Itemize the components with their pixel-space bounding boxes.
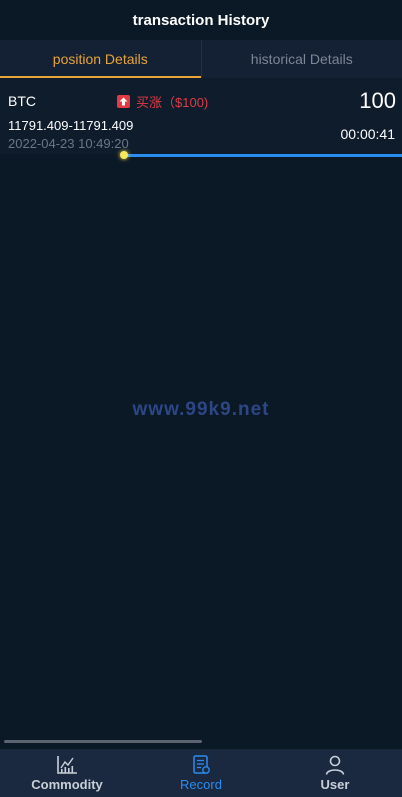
arrow-up-icon: [117, 95, 130, 108]
tab-label: position Details: [52, 51, 148, 67]
position-datetime: 2022-04-23 10:49:20: [8, 136, 129, 151]
record-icon: [193, 755, 210, 774]
tab-historical-details[interactable]: historical Details: [202, 40, 402, 78]
direction-label: 买涨（$100): [136, 95, 209, 110]
direction-badge: 买涨（$100): [117, 92, 208, 111]
nav-label-user: User: [320, 777, 350, 792]
user-icon: [325, 755, 345, 775]
tab-position-details[interactable]: position Details: [0, 40, 201, 78]
position-amount: 100: [359, 88, 396, 113]
countdown-timer: 00:00:41: [340, 126, 396, 142]
page-title: transaction History: [132, 11, 270, 29]
position-symbol: BTC: [8, 93, 36, 109]
price-range: 11791.409-11791.409: [8, 118, 134, 133]
progress-fill: [124, 154, 402, 157]
chart-icon: [57, 756, 77, 774]
nav-commodity[interactable]: Commodity: [0, 749, 134, 797]
nav-user[interactable]: User: [268, 749, 402, 797]
app-header: transaction History: [0, 0, 402, 40]
progress-track: [124, 154, 402, 157]
position-card[interactable]: BTC 买涨（$100) 100 11791.409-11791.409 00:…: [0, 78, 402, 154]
tab-bar: position Details historical Details: [0, 40, 402, 78]
progress-start-dot: [120, 151, 128, 159]
horizontal-scrollbar[interactable]: [4, 740, 202, 743]
nav-record[interactable]: Record: [134, 749, 268, 797]
tab-label: historical Details: [250, 51, 353, 67]
bottom-nav: Commodity Record User: [0, 749, 402, 797]
nav-label-record: Record: [180, 777, 222, 792]
nav-label-commodity: Commodity: [31, 777, 103, 792]
watermark-text: www.99k9.net: [132, 399, 270, 420]
